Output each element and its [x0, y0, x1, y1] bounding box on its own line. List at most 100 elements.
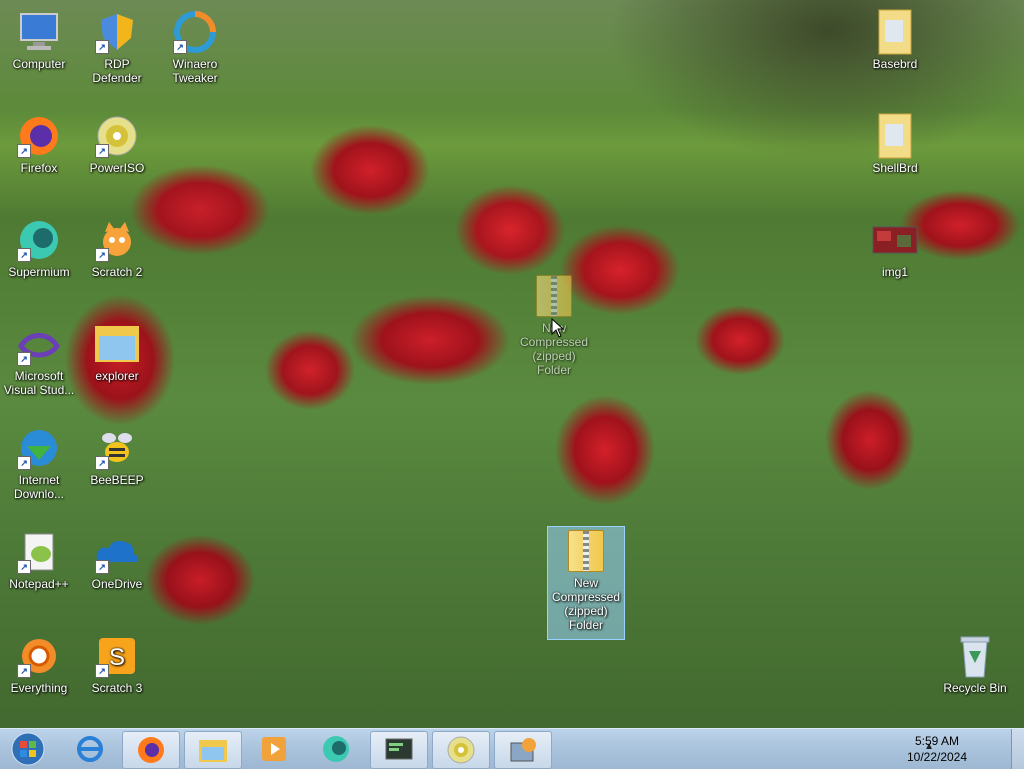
- shortcut-arrow-icon: ↗: [17, 352, 31, 366]
- svg-text:S: S: [109, 644, 125, 671]
- scratch-3-shortcut[interactable]: S ↗ Scratch 3: [79, 632, 155, 695]
- image-thumbnail-icon: [871, 216, 919, 264]
- icon-label: Scratch 3: [91, 681, 143, 695]
- desktop[interactable]: Computer ↗ Firefox ↗ Supermium ↗ Microso…: [0, 0, 1024, 728]
- icon-label: PowerISO: [89, 161, 145, 175]
- img1-file[interactable]: img1: [857, 216, 933, 279]
- icon-label: Supermium: [8, 265, 70, 279]
- icon-label: Basebrd: [872, 57, 918, 71]
- shortcut-arrow-icon: ↗: [17, 560, 31, 574]
- shortcut-arrow-icon: ↗: [95, 664, 109, 678]
- clock-time: 5:59 AM: [914, 734, 960, 748]
- recycle-bin-icon: [951, 632, 999, 680]
- taskbar-explorer[interactable]: [184, 731, 242, 769]
- zipped-folder-selected[interactable]: New Compressed (zipped) Folder: [547, 526, 625, 640]
- start-button[interactable]: [4, 731, 52, 767]
- supermium-shortcut[interactable]: ↗ Supermium: [1, 216, 77, 279]
- beebeep-shortcut[interactable]: ↗ BeeBEEP: [79, 424, 155, 487]
- winaero-tweaker-icon: ↗: [171, 8, 219, 56]
- visual-studio-icon: ↗: [15, 320, 63, 368]
- control-panel-icon: [510, 738, 536, 762]
- firefox-icon: ↗: [15, 112, 63, 160]
- zipped-folder-icon: [562, 527, 610, 575]
- bee-icon: ↗: [93, 424, 141, 472]
- monitor-icon: [15, 8, 63, 56]
- visual-studio-shortcut[interactable]: ↗ Microsoft Visual Stud...: [1, 320, 77, 397]
- icon-label: OneDrive: [91, 577, 143, 591]
- everything-shortcut[interactable]: ↗ Everything: [1, 632, 77, 695]
- onedrive-shortcut[interactable]: ↗ OneDrive: [79, 528, 155, 591]
- scratch-2-shortcut[interactable]: ↗ Scratch 2: [79, 216, 155, 279]
- taskbar: ▲ 5:59 AM 10/22/2024: [0, 728, 1024, 769]
- icon-label: Scratch 2: [91, 265, 143, 279]
- firefox-icon: [138, 737, 164, 763]
- rdp-defender-shortcut[interactable]: ↗ RDP Defender: [79, 8, 155, 85]
- internet-download-manager-shortcut[interactable]: ↗ Internet Downlo...: [1, 424, 77, 501]
- clock[interactable]: 5:59 AM 10/22/2024: [902, 733, 972, 765]
- shortcut-arrow-icon: ↗: [173, 40, 187, 54]
- taskbar-media-player[interactable]: [246, 731, 302, 767]
- taskbar-poweriso[interactable]: [432, 731, 490, 769]
- rdp-defender-icon: ↗: [93, 8, 141, 56]
- taskbar-control-panel[interactable]: [494, 731, 552, 769]
- icon-label: RDP Defender: [92, 57, 142, 85]
- notepad-plus-plus-shortcut[interactable]: ↗ Notepad++: [1, 528, 77, 591]
- shortcut-arrow-icon: ↗: [95, 560, 109, 574]
- icon-label: explorer: [95, 369, 139, 383]
- folder-icon: [871, 8, 919, 56]
- taskbar-internet-explorer[interactable]: [62, 731, 118, 767]
- shellbrd-folder[interactable]: ShellBrd: [857, 112, 933, 175]
- notepad-plus-plus-icon: ↗: [15, 528, 63, 576]
- computer-icon-shortcut[interactable]: Computer: [1, 8, 77, 71]
- shortcut-arrow-icon: ↗: [95, 456, 109, 470]
- disc-icon: ↗: [93, 112, 141, 160]
- windows-logo-icon: [11, 732, 45, 766]
- icon-label: Notepad++: [9, 577, 69, 591]
- icon-label: Winaero Tweaker: [172, 57, 218, 85]
- icon-label: Recycle Bin: [943, 681, 1007, 695]
- mouse-cursor-icon: [551, 317, 565, 341]
- shortcut-arrow-icon: ↗: [95, 248, 109, 262]
- taskbar-supermium[interactable]: [308, 731, 364, 767]
- recycle-bin[interactable]: Recycle Bin: [937, 632, 1013, 695]
- zipped-folder-icon: [530, 272, 578, 320]
- icon-label: Everything: [10, 681, 68, 695]
- scratch-3-icon: S ↗: [93, 632, 141, 680]
- shortcut-arrow-icon: ↗: [17, 456, 31, 470]
- shortcut-arrow-icon: ↗: [95, 144, 109, 158]
- icon-label: Internet Downlo...: [13, 473, 65, 501]
- icon-label: BeeBEEP: [90, 473, 144, 487]
- shortcut-arrow-icon: ↗: [17, 144, 31, 158]
- scratch-cat-icon: ↗: [93, 216, 141, 264]
- winaero-tweaker-shortcut[interactable]: ↗ Winaero Tweaker: [157, 8, 233, 85]
- clock-date: 10/22/2024: [906, 750, 968, 764]
- icon-label: img1: [881, 265, 908, 279]
- supermium-icon: [323, 736, 349, 762]
- firefox-shortcut[interactable]: ↗ Firefox: [1, 112, 77, 175]
- cloud-icon: ↗: [93, 528, 141, 576]
- icon-label: Computer: [12, 57, 66, 71]
- supermium-icon: ↗: [15, 216, 63, 264]
- internet-explorer-icon: [77, 736, 103, 762]
- basebrd-folder[interactable]: Basebrd: [857, 8, 933, 71]
- explorer-shortcut[interactable]: explorer: [79, 320, 155, 383]
- taskbar-terminal[interactable]: [370, 731, 428, 769]
- show-desktop-button[interactable]: [1011, 729, 1024, 769]
- terminal-icon: [385, 738, 413, 760]
- shortcut-arrow-icon: ↗: [95, 40, 109, 54]
- folder-icon: [871, 112, 919, 160]
- shortcut-arrow-icon: ↗: [17, 664, 31, 678]
- icon-label: Firefox: [20, 161, 58, 175]
- globe-download-icon: ↗: [15, 424, 63, 472]
- disc-icon: [447, 736, 475, 764]
- folder-icon: [199, 740, 227, 762]
- shortcut-arrow-icon: ↗: [17, 248, 31, 262]
- icon-label: ShellBrd: [872, 161, 918, 175]
- taskbar-firefox[interactable]: [122, 731, 180, 769]
- everything-search-icon: ↗: [15, 632, 63, 680]
- folder-window-icon: [93, 320, 141, 368]
- media-player-icon: [262, 737, 286, 761]
- icon-label: New Compressed (zipped) Folder: [551, 576, 621, 632]
- icon-label: Microsoft Visual Stud...: [3, 369, 75, 397]
- poweriso-shortcut[interactable]: ↗ PowerISO: [79, 112, 155, 175]
